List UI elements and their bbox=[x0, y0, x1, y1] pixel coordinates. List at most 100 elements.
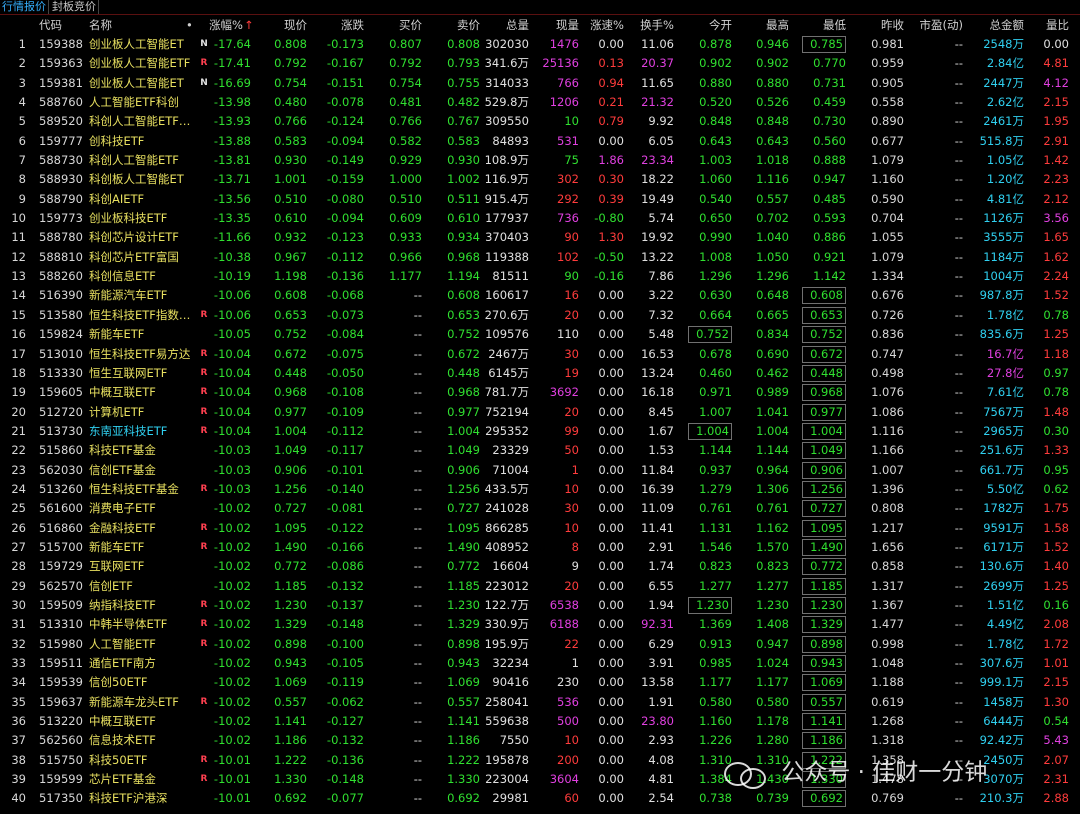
cell-high: 1.024 bbox=[756, 656, 789, 670]
cell-high: 1.041 bbox=[756, 404, 789, 419]
cell-current-volume: 292 bbox=[557, 191, 579, 206]
cell-ask: 0.610 bbox=[447, 211, 480, 226]
cell-prev-close: 0.726 bbox=[871, 307, 904, 322]
cell-pct-change: -13.93 bbox=[213, 114, 251, 129]
cell-code: 159637 bbox=[39, 694, 83, 709]
cell-code: 513220 bbox=[39, 714, 83, 729]
table-row[interactable]: 29 562570 信创ETF -10.02 1.185 -0.132 -- 1.185 223… bbox=[0, 577, 1080, 596]
table-row[interactable]: 40 517350 科技ETF沪港深 -10.01 0.692 -0.077 -- 0.692… bbox=[0, 789, 1080, 808]
row-index: 14 bbox=[11, 288, 26, 303]
header-high[interactable]: 最高 bbox=[738, 15, 789, 35]
table-row[interactable]: 4 588760 人工智能ETF科创 -13.98 0.480 -0.078 0.481 0.… bbox=[0, 93, 1080, 112]
cell-price: 1.004 bbox=[274, 423, 307, 438]
header-turnover[interactable]: 换手% bbox=[626, 15, 674, 35]
table-row[interactable]: 16 159824 新能车ETF -10.05 0.752 -0.084 -- 0.752 10… bbox=[0, 325, 1080, 344]
table-row[interactable]: 17 513010 恒生科技ETF易方达 R -10.04 0.672 -0.075 -- 0.… bbox=[0, 345, 1080, 364]
header-volume[interactable]: 总量 bbox=[482, 15, 529, 35]
table-row[interactable]: 3 159381 创业板人工智能ET N -16.69 0.754 -0.151 0.754 0… bbox=[0, 74, 1080, 93]
cell-code: 513730 bbox=[39, 423, 83, 438]
cell-turnover: 1.67 bbox=[648, 423, 674, 438]
cell-open: 0.664 bbox=[699, 307, 732, 322]
row-index: 10 bbox=[11, 211, 26, 226]
cell-ask: 1.069 bbox=[447, 675, 480, 690]
cell-current-volume: 10 bbox=[564, 733, 579, 748]
table-row[interactable]: 37 562560 信息技术ETF -10.02 1.186 -0.132 -- 1.186 7… bbox=[0, 731, 1080, 750]
sort-arrow-icon[interactable]: ↑ bbox=[244, 15, 254, 35]
table-row[interactable]: 10 159773 创业板科技ETF -13.35 0.610 -0.094 0.609 0.… bbox=[0, 209, 1080, 228]
header-speed[interactable]: 涨速% bbox=[582, 15, 624, 35]
header-price[interactable]: 现价 bbox=[254, 15, 307, 35]
table-row[interactable]: 32 515980 人工智能ETF R -10.02 0.898 -0.100 -- 0.898… bbox=[0, 635, 1080, 654]
tab-quotes[interactable]: 行情报价 bbox=[0, 0, 49, 14]
cell-open: 0.678 bbox=[699, 346, 732, 361]
cell-code: 588790 bbox=[39, 191, 83, 206]
cell-name: 人工智能ETF科创 bbox=[89, 95, 179, 110]
cell-pe: -- bbox=[954, 656, 963, 670]
cell-low: 0.886 bbox=[813, 230, 846, 245]
header-pct[interactable]: 涨幅% bbox=[204, 15, 243, 35]
cell-volume-ratio: 1.25 bbox=[1043, 327, 1069, 342]
header-current-volume[interactable]: 现量 bbox=[532, 15, 579, 35]
table-row[interactable]: 13 588260 科创信息ETF -10.19 1.198 -0.136 1.177 1.1… bbox=[0, 267, 1080, 286]
header-bid[interactable]: 买价 bbox=[366, 15, 422, 35]
cell-code: 159511 bbox=[39, 656, 83, 670]
cell-turnover: 19.49 bbox=[641, 191, 674, 206]
table-row[interactable]: 8 588930 科创板人工智能ET -13.71 1.001 -0.159 1.000 1.… bbox=[0, 170, 1080, 189]
cell-prev-close: 1.048 bbox=[871, 656, 904, 670]
cell-volume-ratio: 3.56 bbox=[1043, 211, 1069, 226]
table-row[interactable]: 19 159605 中概互联ETF R -10.04 0.968 -0.108 -- 0.968… bbox=[0, 383, 1080, 402]
header-amount[interactable]: 总金额 bbox=[966, 15, 1025, 35]
row-index: 11 bbox=[11, 230, 26, 245]
header-prev-close[interactable]: 昨收 bbox=[852, 15, 904, 35]
table-row[interactable]: 2 159363 创业板人工智能ETF R -17.41 0.792 -0.167 0.792… bbox=[0, 54, 1080, 73]
table-row[interactable]: 25 561600 消费电子ETF -10.02 0.727 -0.081 -- 0.727 2… bbox=[0, 499, 1080, 518]
table-row[interactable]: 31 513310 中韩半导体ETF R -10.02 1.329 -0.148 -- 1.32… bbox=[0, 615, 1080, 634]
table-row[interactable]: 9 588790 科创AIETF -13.56 0.510 -0.080 0.510 0.51… bbox=[0, 190, 1080, 209]
table-row[interactable]: 6 159777 创科技ETF -13.88 0.583 -0.094 0.582 0.583… bbox=[0, 132, 1080, 151]
cell-pct-change: -10.04 bbox=[213, 423, 251, 438]
cell-change: -0.148 bbox=[326, 772, 364, 787]
cell-change: -0.100 bbox=[326, 636, 364, 651]
table-row[interactable]: 33 159511 通信ETF南方 -10.02 0.943 -0.105 -- 0.943 3… bbox=[0, 654, 1080, 673]
table-row[interactable]: 23 562030 信创ETF基金 -10.03 0.906 -0.101 -- 0.906 7… bbox=[0, 461, 1080, 480]
tab-limit-bidding[interactable]: 封板竞价 bbox=[50, 0, 99, 14]
header-ask[interactable]: 卖价 bbox=[424, 15, 480, 35]
table-row[interactable]: 28 159729 互联网ETF -10.02 0.772 -0.086 -- 0.772 16… bbox=[0, 557, 1080, 576]
cell-pct-change: -10.02 bbox=[213, 520, 251, 535]
table-row[interactable]: 18 513330 恒生互联网ETF R -10.04 0.448 -0.050 -- 0.44… bbox=[0, 364, 1080, 383]
header-code[interactable]: 代码 bbox=[39, 15, 87, 35]
cell-bid: -- bbox=[413, 404, 422, 419]
table-row[interactable]: 11 588780 科创芯片设计ETF -11.66 0.932 -0.123 0.933 0… bbox=[0, 228, 1080, 247]
table-row[interactable]: 14 516390 新能源汽车ETF -10.06 0.608 -0.068 -- 0.608… bbox=[0, 286, 1080, 305]
cell-prev-close: 1.318 bbox=[871, 733, 904, 748]
table-row[interactable]: 7 588730 科创人工智能ETF -13.81 0.930 -0.149 0.929 0.… bbox=[0, 151, 1080, 170]
header-change[interactable]: 涨跌 bbox=[309, 15, 364, 35]
table-row[interactable]: 27 515700 新能车ETF R -10.02 1.490 -0.166 -- 1.490 4… bbox=[0, 538, 1080, 557]
table-row[interactable]: 22 515860 科技ETF基金 -10.03 1.049 -0.117 -- 1.049 2… bbox=[0, 441, 1080, 460]
cell-amount: 515.8万 bbox=[979, 133, 1024, 148]
header-open[interactable]: 今开 bbox=[688, 15, 732, 35]
header-pe[interactable]: 市盈(动) bbox=[906, 15, 963, 35]
table-row[interactable]: 15 513580 恒生科技ETF指数… R -10.06 0.653 -0.073 -- 0.… bbox=[0, 306, 1080, 325]
table-row[interactable]: 1 159388 创业板人工智能ET N -17.64 0.808 -0.173 0.807 0… bbox=[0, 35, 1080, 54]
table-row[interactable]: 34 159539 信创50ETF -10.02 1.069 -0.119 -- 1.069 9… bbox=[0, 673, 1080, 692]
table-row[interactable]: 26 516860 金融科技ETF R -10.02 1.095 -0.122 -- 1.095… bbox=[0, 519, 1080, 538]
table-row[interactable]: 21 513730 东南亚科技ETF R -10.04 1.004 -0.112 -- 1.00… bbox=[0, 422, 1080, 441]
table-row[interactable]: 5 589520 科创人工智能ETF… -13.93 0.766 -0.124 0.766 0… bbox=[0, 112, 1080, 131]
table-row[interactable]: 30 159509 纳指科技ETF R -10.02 1.230 -0.137 -- 1.230… bbox=[0, 596, 1080, 615]
header-name[interactable]: 名称 bbox=[89, 15, 149, 35]
cell-code: 515980 bbox=[39, 636, 83, 651]
table-row[interactable]: 24 513260 恒生科技ETF基金 R -10.03 1.256 -0.140 -- 1.2… bbox=[0, 480, 1080, 499]
cell-speed: 0.00 bbox=[598, 772, 624, 787]
cell-change: -0.123 bbox=[326, 230, 364, 245]
table-row[interactable]: 36 513220 中概互联ETF -10.02 1.141 -0.127 -- 1.141 5… bbox=[0, 712, 1080, 731]
cell-code: 159729 bbox=[39, 559, 83, 574]
header-volume-ratio[interactable]: 量比 bbox=[1027, 15, 1069, 35]
table-row[interactable]: 12 588810 科创芯片ETF富国 -10.38 0.967 -0.112 0.966 0… bbox=[0, 248, 1080, 267]
cell-turnover: 11.84 bbox=[641, 462, 674, 477]
table-row[interactable]: 35 159637 新能源车龙头ETF R -10.02 0.557 -0.062 -- 0.5… bbox=[0, 693, 1080, 712]
header-low[interactable]: 最低 bbox=[802, 15, 846, 35]
cell-speed: 0.00 bbox=[598, 462, 624, 477]
table-row[interactable]: 20 512720 计算机ETF R -10.04 0.977 -0.109 -- 0.977 7… bbox=[0, 403, 1080, 422]
cell-low: 1.095 bbox=[802, 519, 846, 537]
